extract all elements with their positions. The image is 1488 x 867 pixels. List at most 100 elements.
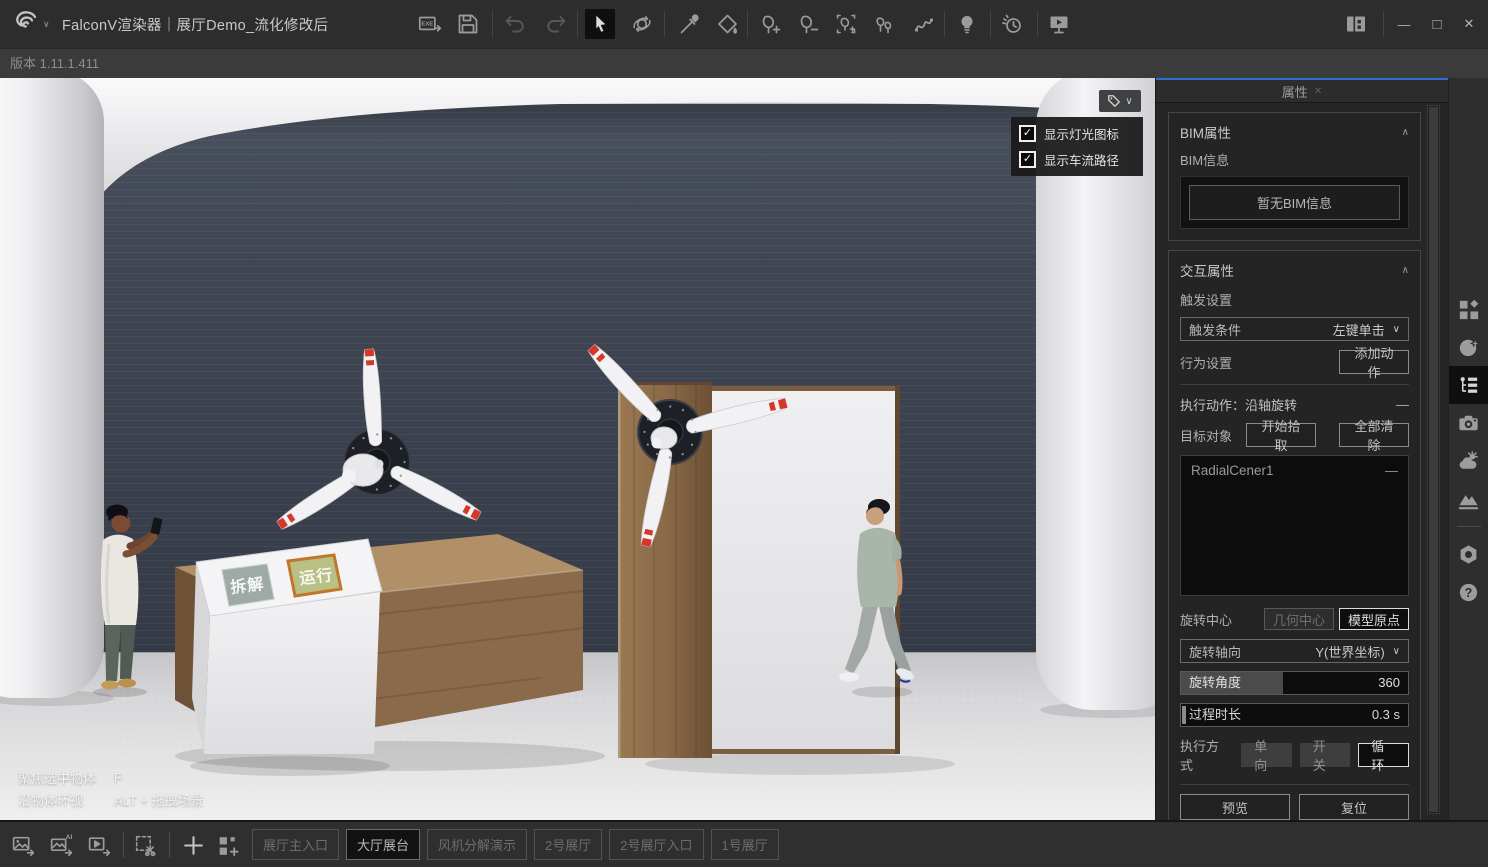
rotate-axis-dropdown[interactable]: 旋转轴向 Y(世界坐标) ∨ <box>1180 639 1409 663</box>
option-label: 显示灯光图标 <box>1044 124 1119 143</box>
behavior-section-label: 行为设置 <box>1180 353 1232 372</box>
undo-button[interactable] <box>500 9 530 39</box>
add-view-button[interactable] <box>176 829 210 861</box>
panel-scrollbar[interactable] <box>1427 105 1440 814</box>
rotate-center-label: 旋转中心 <box>1180 610 1232 629</box>
interaction-section: 交互属性 ∧ 触发设置 触发条件 左键单击 ∨ 行为设置 添加动作 <box>1168 250 1421 866</box>
terrain-button[interactable] <box>1449 480 1488 518</box>
orbit-tool-button[interactable] <box>627 9 657 39</box>
environment-sphere-button[interactable] <box>1449 328 1488 366</box>
option-show-light-icons[interactable]: ✓ 显示灯光图标 <box>1019 124 1135 143</box>
weather-settings-button[interactable] <box>1449 442 1488 480</box>
collapse-icon[interactable]: ∧ <box>1402 127 1409 138</box>
path-tool-button[interactable] <box>910 9 940 39</box>
render-image-button[interactable] <box>6 829 40 861</box>
app-menu-button[interactable]: ∨ <box>10 7 62 41</box>
toolbar-divider <box>492 11 493 37</box>
bim-section-header[interactable]: BIM属性 ∧ <box>1180 122 1409 142</box>
toolbar-divider <box>577 11 578 37</box>
tab-properties-label: 属性 <box>1282 82 1308 101</box>
trigger-condition-label: 触发条件 <box>1189 320 1241 339</box>
start-pick-button[interactable]: 开始拾取 <box>1246 423 1316 447</box>
divider <box>1180 384 1409 385</box>
light-tool-button[interactable] <box>952 9 982 39</box>
remove-vegetation-tool-button[interactable] <box>793 9 823 39</box>
rotate-angle-label: 旋转角度 <box>1189 672 1241 694</box>
display-options-button[interactable]: ∨ <box>1099 90 1141 112</box>
window-close-button[interactable]: ✕ <box>1454 9 1484 39</box>
eyedropper-tool-button[interactable] <box>675 9 705 39</box>
checkbox-checked-icon[interactable]: ✓ <box>1019 125 1036 142</box>
time-of-day-tool-button[interactable] <box>997 9 1027 39</box>
tag-icon <box>1107 94 1121 108</box>
vegetation-region-tool-button[interactable] <box>831 9 861 39</box>
collapse-icon[interactable]: ∧ <box>1402 265 1409 276</box>
viewport-3d[interactable]: 拆解 运行 <box>0 78 1155 820</box>
presentation-tool-button[interactable] <box>1044 9 1074 39</box>
add-action-button[interactable]: 添加动作 <box>1339 350 1409 374</box>
center-geometric-toggle[interactable]: 几何中心 <box>1264 608 1334 630</box>
option-label: 显示车流路径 <box>1044 150 1119 169</box>
mode-loop-toggle[interactable]: 循环 <box>1358 743 1409 767</box>
layout-toggle-button[interactable] <box>1341 9 1371 39</box>
option-show-traffic-paths[interactable]: ✓ 显示车流路径 <box>1019 150 1135 169</box>
interaction-section-header[interactable]: 交互属性 ∧ <box>1180 260 1409 280</box>
scene-view-buttons: 展厅主入口 大厅展台 风机分解演示 2号展厅 2号展厅入口 1号展厅 <box>252 829 779 860</box>
duration-value: 0.3 s <box>1372 704 1400 726</box>
window-maximize-button[interactable]: □ <box>1422 9 1452 39</box>
text-caret <box>1182 706 1186 724</box>
view-grid-button[interactable] <box>211 829 245 861</box>
add-vegetation-tool-button[interactable] <box>755 9 785 39</box>
duration-label: 过程时长 <box>1189 704 1241 726</box>
clear-all-button[interactable]: 全部清除 <box>1339 423 1409 447</box>
export-exe-button[interactable]: EXE <box>415 9 445 39</box>
list-item[interactable]: RadialCener1 — <box>1191 463 1398 478</box>
camera-views-button[interactable] <box>1449 404 1488 442</box>
mode-switch-toggle[interactable]: 开关 <box>1300 743 1351 767</box>
control-podium[interactable]: 拆解 运行 <box>190 539 390 776</box>
duration-input[interactable]: 过程时长 0.3 s <box>1180 703 1409 727</box>
render-video-button[interactable] <box>82 829 116 861</box>
bim-info-label: BIM信息 <box>1180 150 1409 169</box>
crop-capture-button[interactable] <box>128 829 162 861</box>
reset-button[interactable]: 复位 <box>1299 794 1409 820</box>
remove-action-icon[interactable]: — <box>1396 397 1409 412</box>
components-library-button[interactable] <box>1449 290 1488 328</box>
view-button-turbine-demo[interactable]: 风机分解演示 <box>427 829 527 860</box>
checkbox-checked-icon[interactable]: ✓ <box>1019 151 1036 168</box>
interaction-header-label: 交互属性 <box>1180 260 1234 280</box>
view-button-hall-entrance[interactable]: 展厅主入口 <box>252 829 339 860</box>
redo-button[interactable] <box>541 9 571 39</box>
center-origin-toggle[interactable]: 模型原点 <box>1339 608 1409 630</box>
vegetation-group-tool-button[interactable] <box>869 9 899 39</box>
help-button[interactable]: ? <box>1449 573 1488 611</box>
target-object-list[interactable]: RadialCener1 — <box>1180 455 1409 596</box>
render-ai-image-button[interactable]: AI <box>44 829 78 861</box>
rotate-angle-input[interactable]: 旋转角度 360 <box>1180 671 1409 695</box>
app-window: ∨ FalconV渲染器｜展厅Demo_流化修改后 EXE <box>0 0 1488 867</box>
bim-section: BIM属性 ∧ BIM信息 暂无BIM信息 <box>1168 112 1421 241</box>
scene-outliner-button[interactable] <box>1449 366 1488 404</box>
view-button-hall2-entrance[interactable]: 2号展厅入口 <box>609 829 703 860</box>
bim-header-label: BIM属性 <box>1180 122 1231 142</box>
scrollbar-thumb[interactable] <box>1429 107 1438 812</box>
window-minimize-button[interactable]: — <box>1389 9 1419 39</box>
view-button-lobby-stand[interactable]: 大厅展台 <box>346 829 420 860</box>
scene-canvas[interactable]: 拆解 运行 <box>0 78 1155 820</box>
target-item-name: RadialCener1 <box>1191 463 1274 478</box>
save-button[interactable] <box>453 9 483 39</box>
view-button-hall1[interactable]: 1号展厅 <box>711 829 779 860</box>
preview-button[interactable]: 预览 <box>1180 794 1290 820</box>
tab-close-icon[interactable]: ✕ <box>1314 86 1322 97</box>
tab-properties[interactable]: 属性 ✕ <box>1156 78 1448 103</box>
titlebar: ∨ FalconV渲染器｜展厅Demo_流化修改后 EXE <box>0 0 1488 48</box>
mode-single-toggle[interactable]: 单向 <box>1241 743 1292 767</box>
trigger-condition-dropdown[interactable]: 触发条件 左键单击 ∨ <box>1180 317 1409 341</box>
view-button-hall2[interactable]: 2号展厅 <box>534 829 602 860</box>
trigger-condition-value: 左键单击 <box>1333 320 1385 339</box>
remove-target-icon[interactable]: — <box>1385 463 1398 478</box>
settings-button[interactable] <box>1449 535 1488 573</box>
paint-fill-tool-button[interactable] <box>713 9 743 39</box>
select-tool-button[interactable] <box>585 9 615 39</box>
rotate-axis-value: Y(世界坐标) <box>1315 642 1384 661</box>
